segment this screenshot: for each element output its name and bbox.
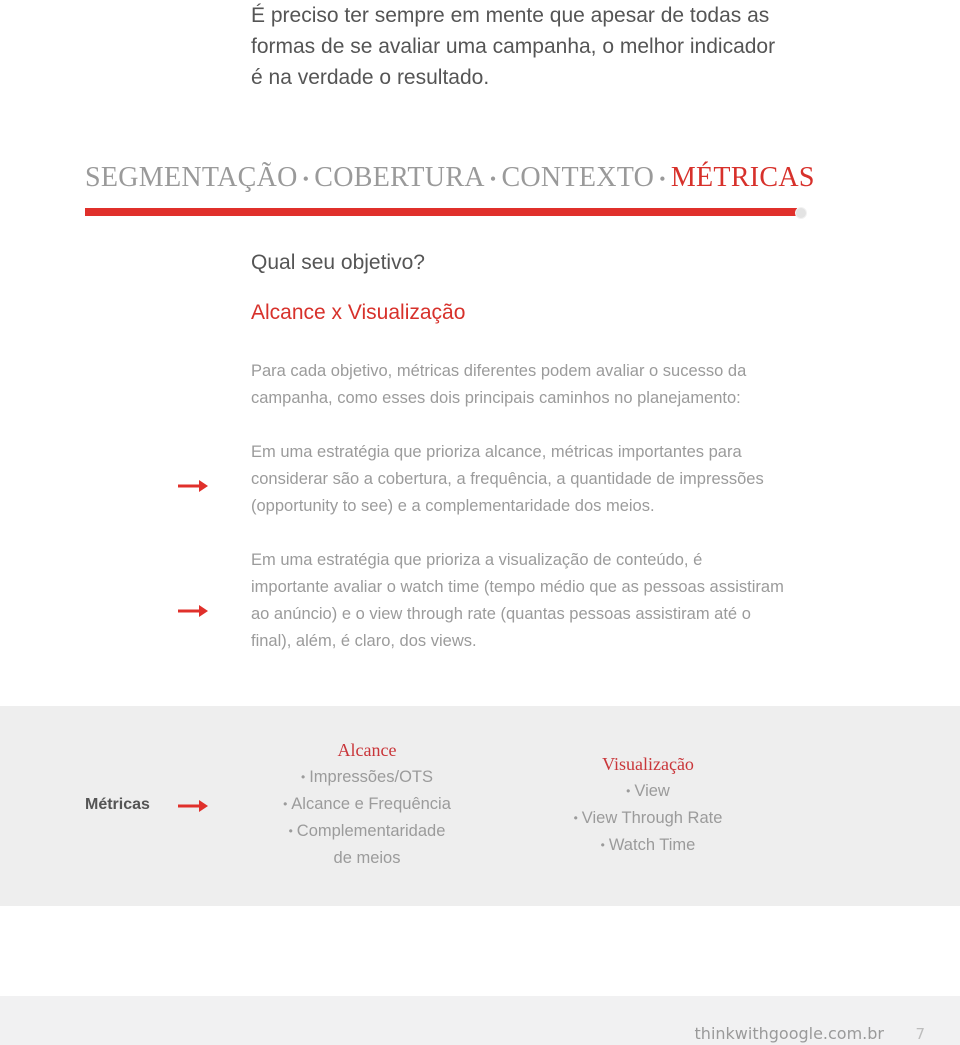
metric-item-label: View (634, 782, 670, 800)
paragraph-line: (opportunity to see) e a complementarida… (251, 497, 655, 515)
reach-paragraph: Em uma estratégia que prioriza alcance, … (251, 439, 811, 520)
metric-item-label: Watch Time (608, 836, 696, 855)
nav-separator: • (489, 169, 497, 190)
footer-site-link[interactable]: thinkwithgoogle.com.br (695, 1024, 884, 1043)
right-arrow-icon (178, 605, 208, 617)
page-footer: thinkwithgoogle.com.br 7 (0, 996, 960, 1045)
bullet-icon: • (600, 838, 605, 853)
metric-item: • Impressões/OTS (267, 764, 467, 791)
paragraph-line: considerar são a cobertura, a frequência… (251, 470, 764, 488)
column-title: Visualização (602, 754, 694, 774)
section-subtitle: Alcance x Visualização (251, 301, 466, 324)
paragraph-line: Em uma estratégia que prioriza alcance, … (251, 443, 742, 461)
progress-knob (795, 207, 807, 219)
nav-item-contexto: CONTEXTO (501, 162, 655, 193)
metric-item: • Watch Time (548, 832, 748, 859)
section-nav: SEGMENTAÇÃO • COBERTURA • CONTEXTO • MÉTRICAS (85, 162, 815, 194)
intro-line: É preciso ter sempre em mente que apesar… (251, 4, 770, 27)
right-arrow-icon (178, 480, 208, 492)
paragraph-line: importante avaliar o watch time (tempo m… (251, 578, 784, 596)
page-number: 7 (915, 1025, 925, 1043)
bullet-icon: • (283, 797, 288, 812)
bullet-icon: • (573, 811, 578, 826)
paragraph-line: Para cada objetivo, métricas diferentes … (251, 362, 747, 380)
bullet-icon: • (626, 784, 631, 799)
progress-fill (85, 208, 797, 216)
bullet-icon: • (288, 824, 293, 839)
intro-line: é na verdade o resultado. (251, 66, 490, 89)
metric-item-label: Complementaridade (296, 822, 446, 841)
nav-item-cobertura: COBERTURA (314, 162, 485, 193)
metric-item-label: Impressões/OTS (309, 768, 433, 786)
paragraph-line: ao anúncio) e o view through rate (quant… (251, 605, 751, 623)
metric-item-continuation: de meios (333, 849, 401, 868)
metric-item: • View Through Rate (548, 805, 748, 832)
nav-separator: • (302, 169, 310, 190)
intro-paragraph: Para cada objetivo, métricas diferentes … (251, 358, 811, 412)
metric-item-label: Alcance e Frequência (291, 795, 451, 814)
metric-item: • Complementaridade (267, 818, 467, 845)
question-heading: Qual seu objetivo? (251, 251, 425, 274)
metric-item: • Alcance e Frequência (267, 791, 467, 818)
paragraph-line: final), além, é claro, dos views. (251, 632, 477, 650)
nav-item-metricas: MÉTRICAS (670, 162, 815, 193)
metric-item: • View (548, 778, 748, 805)
nav-item-segmentacao: SEGMENTAÇÃO (85, 162, 298, 193)
metrics-column-visualizacao: Visualização • View • View Through Rate • W… (548, 751, 748, 859)
intro-line: formas de se avaliar uma campanha, o mel… (251, 35, 776, 58)
column-title: Alcance (337, 740, 397, 760)
bullet-icon: • (301, 770, 306, 785)
metric-item-label: View Through Rate (581, 809, 723, 828)
intro-text: É preciso ter sempre em mente que apesar… (251, 0, 831, 93)
view-paragraph: Em uma estratégia que prioriza a visuali… (251, 547, 831, 655)
section-progress-bar (85, 207, 807, 219)
metrics-column-alcance: Alcance • Impressões/OTS • Alcance e Frequ… (267, 737, 467, 872)
paragraph-line: campanha, como esses dois principais cam… (251, 389, 741, 407)
metrics-label: Métricas (85, 796, 150, 813)
nav-separator: • (659, 169, 666, 190)
paragraph-line: Em uma estratégia que prioriza a visuali… (251, 551, 703, 569)
right-arrow-icon (178, 800, 208, 812)
